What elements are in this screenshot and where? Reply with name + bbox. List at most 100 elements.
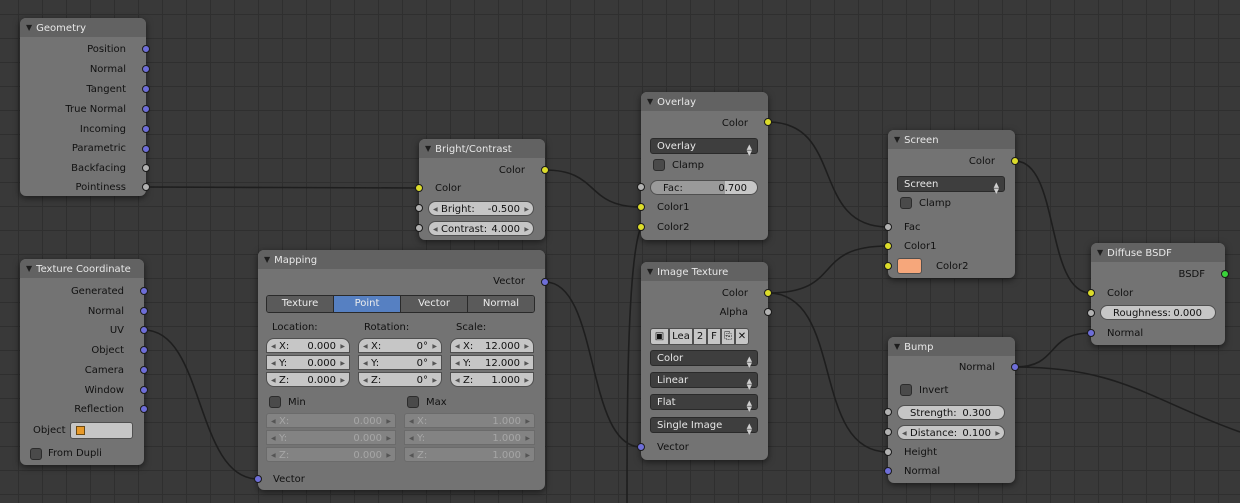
- socket-generated[interactable]: [140, 287, 148, 295]
- socket-pointiness[interactable]: [142, 183, 150, 191]
- node-header[interactable]: ▼ Screen: [888, 130, 1015, 149]
- socket-color-out[interactable]: [1011, 157, 1019, 165]
- socket-reflection[interactable]: [140, 405, 148, 413]
- blend-type-select[interactable]: Overlay ▲ ▼: [650, 138, 758, 157]
- bump-node[interactable]: ▼ Bump Normal Invert Strength: 0.300 ◀ Di…: [884, 337, 1019, 483]
- location-y-field[interactable]: ◀ Y: 0.000 ▶: [266, 355, 350, 370]
- clamp-checkbox[interactable]: [900, 197, 912, 209]
- rotation-y-field[interactable]: ◀ Y: 0° ▶: [358, 355, 442, 370]
- decrement-arrow-icon[interactable]: ◀: [271, 373, 276, 388]
- open-image-icon[interactable]: ⎘: [721, 328, 735, 345]
- node-header[interactable]: ▼ Bright/Contrast: [419, 139, 545, 158]
- socket-true-normal[interactable]: [142, 105, 150, 113]
- socket-color1[interactable]: [637, 203, 645, 211]
- collapse-triangle-icon[interactable]: ▼: [894, 337, 900, 356]
- collapse-triangle-icon[interactable]: ▼: [425, 139, 431, 158]
- location-x-field[interactable]: ◀ X: 0.000 ▶: [266, 338, 350, 353]
- decrement-arrow-icon[interactable]: ◀: [271, 339, 276, 354]
- screen-mix-node[interactable]: ▼ Screen Color Screen ▲ ▼ Clamp Fac Color1 …: [884, 130, 1019, 278]
- socket-vector-in[interactable]: [637, 443, 645, 451]
- increment-arrow-icon[interactable]: ▶: [386, 431, 391, 446]
- collapse-triangle-icon[interactable]: ▼: [26, 18, 32, 37]
- increment-arrow-icon[interactable]: ▶: [995, 426, 1000, 441]
- blend-type-select[interactable]: Screen ▲ ▼: [897, 176, 1005, 195]
- decrement-arrow-icon[interactable]: ◀: [271, 414, 276, 429]
- socket-normal-in[interactable]: [884, 467, 892, 475]
- min-z-field[interactable]: ◀ Z: 0.000 ▶: [266, 447, 396, 462]
- image-name-field[interactable]: Lea: [669, 328, 693, 345]
- increment-arrow-icon[interactable]: ▶: [386, 414, 391, 429]
- node-header[interactable]: ▼ Texture Coordinate: [20, 259, 144, 278]
- socket-vector-in[interactable]: [254, 475, 262, 483]
- color2-swatch[interactable]: [897, 258, 922, 274]
- distance-field[interactable]: ◀ Distance: 0.100 ▶: [897, 425, 1005, 440]
- socket-color-in[interactable]: [1087, 289, 1095, 297]
- socket-strength[interactable]: [884, 408, 892, 416]
- decrement-arrow-icon[interactable]: ◀: [455, 339, 460, 354]
- extension-select[interactable]: Single Image ▲ ▼: [650, 417, 758, 436]
- mapping-node[interactable]: ▼ Mapping Vector Texture Point Vector Nor…: [254, 250, 549, 490]
- image-browse-icon[interactable]: ▣: [650, 328, 669, 345]
- increment-arrow-icon[interactable]: ▶: [524, 373, 529, 388]
- increment-arrow-icon[interactable]: ▶: [340, 373, 345, 388]
- collapse-triangle-icon[interactable]: ▼: [26, 259, 32, 278]
- overlay-mix-node[interactable]: ▼ Overlay Color Overlay ▲ ▼ Clamp Fac: 0.70…: [637, 92, 772, 240]
- node-header[interactable]: ▼ Geometry: [20, 18, 146, 37]
- increment-arrow-icon[interactable]: ▶: [386, 448, 391, 463]
- socket-contrast[interactable]: [415, 224, 423, 232]
- node-header[interactable]: ▼ Bump: [888, 337, 1015, 356]
- decrement-arrow-icon[interactable]: ◀: [433, 202, 438, 217]
- socket-tangent[interactable]: [142, 85, 150, 93]
- scale-y-field[interactable]: ◀ Y: 12.000 ▶: [450, 355, 534, 370]
- fac-slider[interactable]: Fac: 0.700: [650, 180, 758, 195]
- socket-object[interactable]: [140, 346, 148, 354]
- bright-field[interactable]: ◀ Bright: -0.500 ▶: [428, 201, 534, 216]
- collapse-triangle-icon[interactable]: ▼: [1097, 243, 1103, 262]
- socket-normal[interactable]: [140, 307, 148, 315]
- tab-normal[interactable]: Normal: [468, 296, 534, 312]
- node-header[interactable]: ▼ Diffuse BSDF: [1091, 243, 1225, 262]
- socket-normal[interactable]: [142, 65, 150, 73]
- node-header[interactable]: ▼ Image Texture: [641, 262, 768, 281]
- increment-arrow-icon[interactable]: ▶: [524, 202, 529, 217]
- vector-type-tabs[interactable]: Texture Point Vector Normal: [266, 295, 535, 313]
- increment-arrow-icon[interactable]: ▶: [340, 356, 345, 371]
- socket-position[interactable]: [142, 45, 150, 53]
- socket-camera[interactable]: [140, 366, 148, 374]
- texture-coordinate-node[interactable]: ▼ Texture Coordinate Generated Normal UV …: [20, 259, 148, 465]
- bright-contrast-node[interactable]: ▼ Bright/Contrast Color Color ◀ Bright: -…: [415, 139, 549, 240]
- tab-vector[interactable]: Vector: [401, 296, 468, 312]
- contrast-field[interactable]: ◀ Contrast: 4.000 ▶: [428, 221, 534, 236]
- socket-fac[interactable]: [637, 183, 645, 191]
- socket-color1[interactable]: [884, 242, 892, 250]
- increment-arrow-icon[interactable]: ▶: [524, 339, 529, 354]
- decrement-arrow-icon[interactable]: ◀: [363, 339, 368, 354]
- socket-normal-in[interactable]: [1087, 329, 1095, 337]
- decrement-arrow-icon[interactable]: ◀: [271, 431, 276, 446]
- decrement-arrow-icon[interactable]: ◀: [271, 448, 276, 463]
- socket-color-out[interactable]: [541, 166, 549, 174]
- collapse-triangle-icon[interactable]: ▼: [264, 250, 270, 269]
- diffuse-bsdf-node[interactable]: ▼ Diffuse BSDF BSDF Color Roughness: 0.00…: [1087, 243, 1229, 345]
- max-checkbox[interactable]: [407, 396, 419, 408]
- from-dupli-checkbox[interactable]: [30, 448, 42, 460]
- socket-distance[interactable]: [884, 428, 892, 436]
- socket-uv[interactable]: [140, 326, 148, 334]
- socket-roughness[interactable]: [1087, 309, 1095, 317]
- node-header[interactable]: ▼ Overlay: [641, 92, 768, 111]
- increment-arrow-icon[interactable]: ▶: [525, 431, 530, 446]
- socket-normal-out[interactable]: [1011, 363, 1019, 371]
- socket-window[interactable]: [140, 386, 148, 394]
- socket-color2[interactable]: [884, 262, 892, 270]
- socket-incoming[interactable]: [142, 125, 150, 133]
- strength-field[interactable]: Strength: 0.300: [897, 405, 1005, 420]
- decrement-arrow-icon[interactable]: ◀: [409, 414, 414, 429]
- roughness-field[interactable]: Roughness: 0.000: [1100, 305, 1216, 320]
- collapse-triangle-icon[interactable]: ▼: [647, 92, 653, 111]
- min-x-field[interactable]: ◀ X: 0.000 ▶: [266, 413, 396, 428]
- node-header[interactable]: ▼ Mapping: [258, 250, 545, 269]
- decrement-arrow-icon[interactable]: ◀: [433, 222, 438, 237]
- tab-point[interactable]: Point: [334, 296, 401, 312]
- projection-select[interactable]: Flat ▲ ▼: [650, 394, 758, 413]
- image-users-button[interactable]: 2: [693, 328, 707, 345]
